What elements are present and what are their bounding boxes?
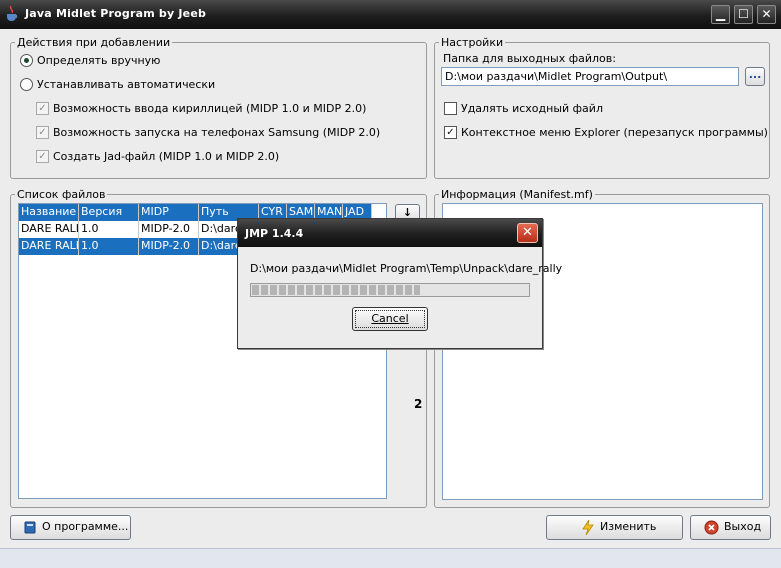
window-title: Java Midlet Program by Jeeb (25, 7, 207, 20)
minimize-button[interactable]: ▁ (711, 5, 730, 24)
change-button[interactable]: Изменить (546, 515, 683, 540)
checkbox-samsung[interactable]: ✓ (36, 126, 49, 139)
radio-manual-label[interactable]: Определять вручную (37, 54, 160, 67)
lightning-icon (582, 519, 594, 536)
output-folder-label: Папка для выходных файлов: (443, 52, 616, 65)
settings-legend: Настройки (439, 36, 506, 49)
browse-button[interactable]: ... (745, 67, 765, 86)
column-header-name[interactable]: Название (19, 204, 79, 221)
close-icon: ✕ (522, 225, 533, 240)
exit-button[interactable]: Выход (690, 515, 771, 540)
checkbox-cyrillic[interactable]: ✓ (36, 102, 49, 115)
status-bar (0, 548, 781, 568)
about-button[interactable]: О программе... (10, 515, 131, 540)
table-cell-midp: MIDP-2.0 (139, 221, 199, 238)
checkbox-samsung-label: Возможность запуска на телефонах Samsung… (53, 126, 381, 139)
minimize-icon: ▁ (715, 7, 726, 21)
close-button[interactable]: ✕ (757, 5, 776, 24)
checkbox-jad[interactable]: ✓ (36, 150, 49, 163)
dialog-close-button[interactable]: ✕ (517, 223, 538, 243)
exit-button-label: Выход (724, 520, 762, 533)
title-bar[interactable]: Java Midlet Program by Jeeb ▁ ☐ ✕ (0, 0, 781, 29)
checkbox-jad-label: Создать Jad-файл (MIDP 1.0 и MIDP 2.0) (53, 150, 280, 163)
file-count: 2 (414, 397, 423, 411)
progress-bar (250, 283, 530, 297)
output-folder-field[interactable]: D:\мои раздачи\Midlet Program\Output\ (441, 67, 739, 86)
close-icon: ✕ (761, 7, 772, 21)
maximize-button[interactable]: ☐ (734, 5, 753, 24)
checkbox-context-menu-label[interactable]: Контекстное меню Explorer (перезапуск пр… (461, 126, 768, 139)
dialog-title: JMP 1.4.4 (245, 227, 304, 240)
column-header-version[interactable]: Версия (79, 204, 139, 221)
browse-button-label: ... (748, 68, 762, 81)
checkbox-cyrillic-label: Возможность ввода кириллицей (MIDP 1.0 и… (53, 102, 367, 115)
cancel-button-label: Cancel (355, 310, 425, 328)
java-cup-icon (7, 5, 18, 21)
cancel-button[interactable]: Cancel (352, 307, 428, 331)
table-cell-version: 1.0 (79, 221, 139, 238)
table-cell-name: DARE RALLY (19, 221, 79, 238)
main-window: Java Midlet Program by Jeeb ▁ ☐ ✕ Действ… (0, 0, 781, 568)
checkbox-delete-source-label[interactable]: Удалять исходный файл (461, 102, 603, 115)
dialog-path-text: D:\мои раздачи\Midlet Program\Temp\Unpac… (250, 262, 563, 275)
progress-dialog: JMP 1.4.4 ✕ D:\мои раздачи\Midlet Progra… (237, 218, 562, 349)
add-options-legend: Действия при добавлении (15, 36, 173, 49)
book-icon (24, 521, 36, 534)
about-button-label: О программе... (42, 520, 129, 533)
progress-bar-fill (252, 285, 420, 295)
table-cell-version: 1.0 (79, 238, 139, 255)
exit-icon (704, 520, 719, 535)
table-cell-name: DARE RALLY (19, 238, 79, 255)
file-list-legend: Список файлов (15, 188, 108, 201)
manifest-legend: Информация (Manifest.mf) (439, 188, 595, 201)
checkbox-delete-source[interactable] (444, 102, 457, 115)
checkbox-context-menu[interactable]: ✓ (444, 126, 457, 139)
dialog-title-bar[interactable]: JMP 1.4.4 ✕ (238, 219, 542, 247)
radio-manual[interactable] (20, 54, 33, 67)
change-button-label: Изменить (600, 520, 657, 533)
maximize-icon: ☐ (738, 7, 749, 21)
column-header-midp[interactable]: MIDP (139, 204, 199, 221)
table-cell-midp: MIDP-2.0 (139, 238, 199, 255)
radio-auto-label[interactable]: Устанавливать автоматически (37, 78, 215, 91)
radio-auto[interactable] (20, 78, 33, 91)
